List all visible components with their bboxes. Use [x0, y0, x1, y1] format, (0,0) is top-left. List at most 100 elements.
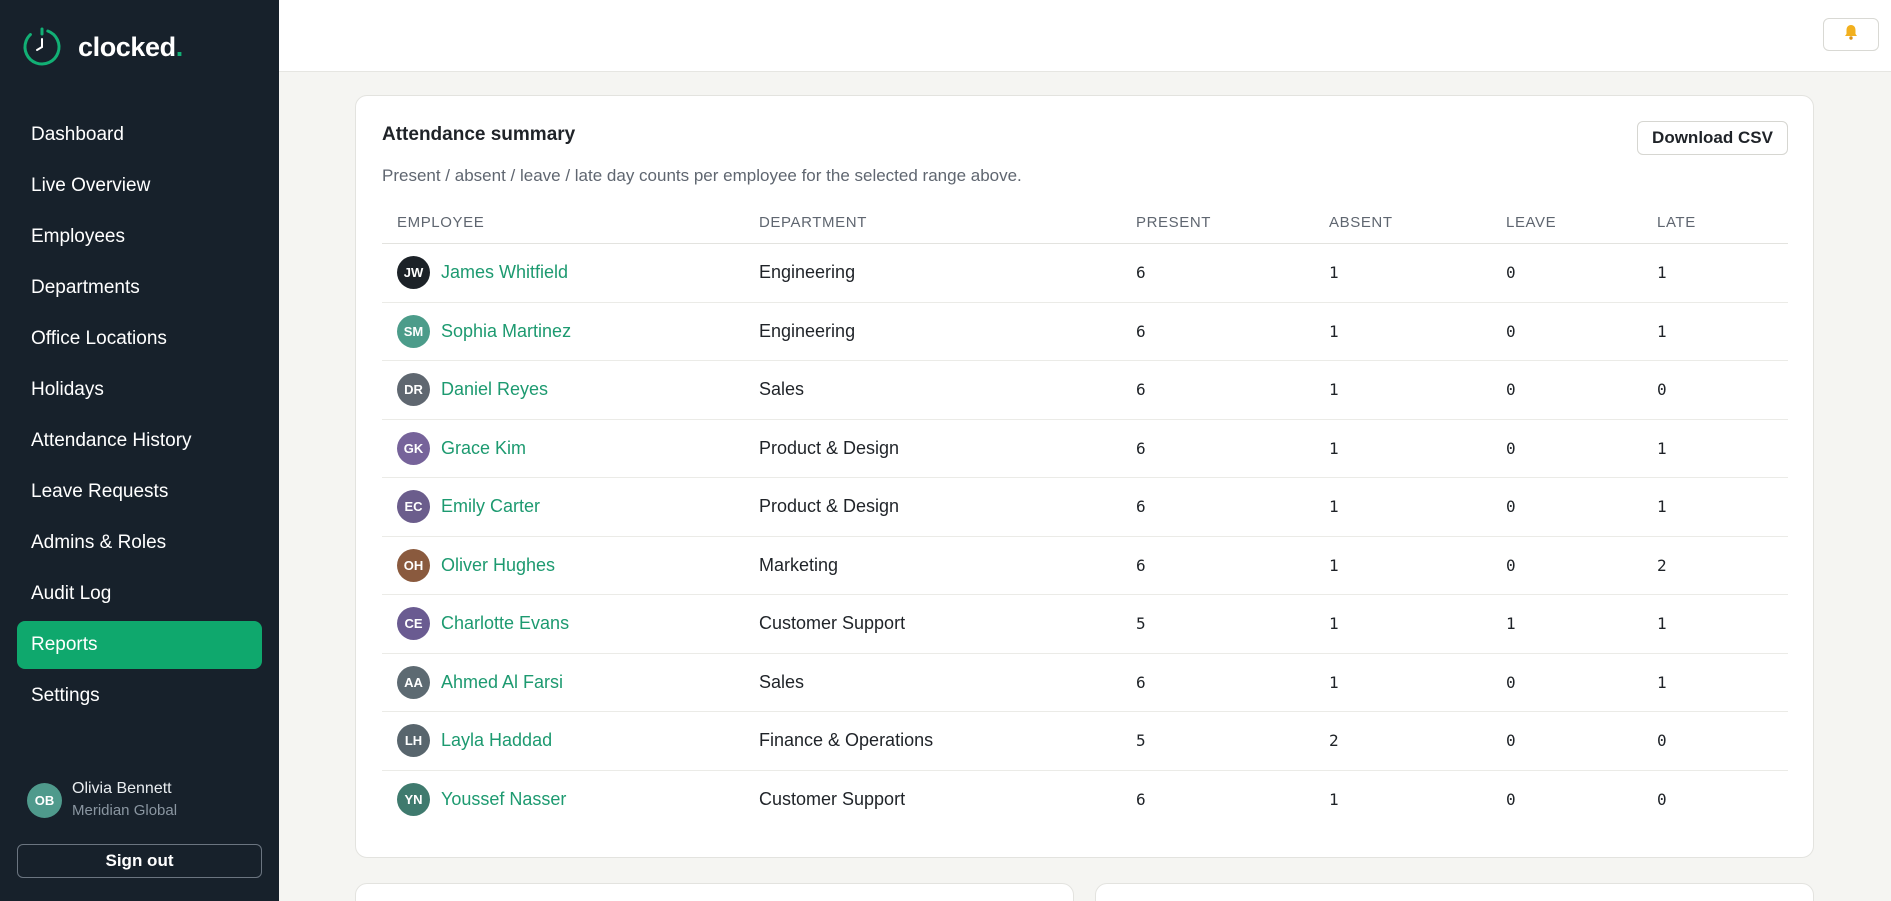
employee-cell: GK Grace Kim: [382, 431, 759, 465]
table-row: AA Ahmed Al Farsi Sales 6 1 0 1: [382, 654, 1788, 712]
table-body: JW James Whitfield Engineering 6 1 0 1 SM Sophia…: [382, 244, 1788, 829]
employee-cell: DR Daniel Reyes: [382, 373, 759, 407]
sidebar-item-dashboard[interactable]: Dashboard: [17, 111, 262, 159]
leave-cell: 1: [1506, 614, 1516, 634]
absent-cell: 1: [1329, 497, 1339, 517]
employee-cell: SM Sophia Martinez: [382, 314, 759, 348]
present-cell: 6: [1136, 380, 1146, 400]
employee-name-link[interactable]: Layla Haddad: [441, 730, 552, 751]
table-row: SM Sophia Martinez Engineering 6 1 0 1: [382, 303, 1788, 361]
card-title: Attendance summary: [382, 124, 576, 145]
bell-icon: [1842, 23, 1860, 46]
employee-cell: LH Layla Haddad: [382, 724, 759, 758]
card-description: Present / absent / leave / late day coun…: [382, 166, 1022, 185]
late-cell: 1: [1657, 497, 1667, 517]
table-row: OH Oliver Hughes Marketing 6 1 0 2: [382, 537, 1788, 595]
column-header-late: LATE: [1657, 213, 1696, 231]
employee-cell: CE Charlotte Evans: [382, 607, 759, 641]
leave-cell: 0: [1506, 731, 1516, 751]
leave-cell: 0: [1506, 790, 1516, 810]
department-cell: Marketing: [759, 554, 839, 575]
table-row: JW James Whitfield Engineering 6 1 0 1: [382, 244, 1788, 303]
column-header-leave: LEAVE: [1506, 213, 1557, 231]
absent-cell: 1: [1329, 263, 1339, 283]
sidebar-item-departments[interactable]: Departments: [17, 264, 262, 312]
late-cell: 0: [1657, 731, 1667, 751]
sidebar: clocked. Dashboard Live Overview Employe…: [0, 0, 279, 901]
absent-cell: 1: [1329, 438, 1339, 458]
sidebar-item-live-overview[interactable]: Live Overview: [17, 162, 262, 210]
avatar: YN: [397, 783, 430, 817]
brand-name: clocked.: [78, 31, 183, 62]
department-cell: Engineering: [759, 320, 856, 341]
leave-cell: 0: [1506, 263, 1516, 283]
avatar: OH: [397, 548, 430, 582]
avatar: AA: [397, 665, 430, 699]
column-header-present: PRESENT: [1136, 213, 1212, 231]
table-row: EC Emily Carter Product & Design 6 1 0 1: [382, 478, 1788, 537]
sidebar-item-settings[interactable]: Settings: [17, 672, 262, 720]
user-profile: OB Olivia Bennett Meridian Global: [27, 778, 177, 822]
sidebar-item-leave-requests[interactable]: Leave Requests: [17, 468, 262, 516]
employee-name-link[interactable]: Grace Kim: [441, 438, 526, 459]
absent-cell: 1: [1329, 380, 1339, 400]
department-cell: Finance & Operations: [759, 730, 934, 751]
employee-name-link[interactable]: Youssef Nasser: [441, 789, 566, 810]
late-cell: 0: [1657, 790, 1667, 810]
absent-cell: 1: [1329, 790, 1339, 810]
employee-name-link[interactable]: Daniel Reyes: [441, 379, 548, 400]
employee-cell: OH Oliver Hughes: [382, 548, 759, 582]
avatar: DR: [397, 373, 430, 407]
department-cell: Customer Support: [759, 789, 906, 810]
employee-name-link[interactable]: Sophia Martinez: [441, 321, 571, 342]
present-cell: 6: [1136, 555, 1146, 575]
notifications-button[interactable]: [1823, 18, 1879, 51]
attendance-table: EMPLOYEE DEPARTMENT PRESENT ABSENT LEAVE…: [382, 201, 1788, 829]
employee-name-link[interactable]: Charlotte Evans: [441, 613, 569, 634]
present-cell: 6: [1136, 263, 1146, 283]
user-name: Olivia Bennett: [72, 780, 172, 797]
employee-cell: EC Emily Carter: [382, 490, 759, 524]
sign-out-button[interactable]: Sign out: [17, 844, 262, 878]
late-cell: 1: [1657, 263, 1667, 283]
sidebar-item-audit-log[interactable]: Audit Log: [17, 570, 262, 618]
lower-card-left: [355, 883, 1074, 901]
employee-name-link[interactable]: Ahmed Al Farsi: [441, 672, 563, 693]
absent-cell: 1: [1329, 672, 1339, 692]
department-cell: Sales: [759, 379, 805, 400]
leave-cell: 0: [1506, 321, 1516, 341]
leave-cell: 0: [1506, 380, 1516, 400]
department-cell: Sales: [759, 671, 805, 692]
avatar: JW: [397, 256, 430, 290]
sidebar-item-office-locations[interactable]: Office Locations: [17, 315, 262, 363]
brand-logo[interactable]: clocked.: [21, 26, 183, 68]
late-cell: 1: [1657, 614, 1667, 634]
sidebar-nav: Dashboard Live Overview Employees Depart…: [17, 111, 262, 723]
sidebar-item-holidays[interactable]: Holidays: [17, 366, 262, 414]
download-csv-button[interactable]: Download CSV: [1637, 121, 1788, 155]
present-cell: 5: [1136, 731, 1146, 751]
leave-cell: 0: [1506, 555, 1516, 575]
sidebar-item-admins-roles[interactable]: Admins & Roles: [17, 519, 262, 567]
employee-name-link[interactable]: Oliver Hughes: [441, 555, 555, 576]
column-header-employee: EMPLOYEE: [397, 213, 485, 231]
employee-name-link[interactable]: Emily Carter: [441, 496, 540, 517]
present-cell: 6: [1136, 321, 1146, 341]
present-cell: 6: [1136, 438, 1146, 458]
sidebar-item-attendance-history[interactable]: Attendance History: [17, 417, 262, 465]
table-header: EMPLOYEE DEPARTMENT PRESENT ABSENT LEAVE…: [382, 201, 1788, 244]
attendance-summary-card: Attendance summary Present / absent / le…: [355, 95, 1814, 858]
user-organization: Meridian Global: [72, 802, 178, 819]
department-cell: Engineering: [759, 262, 856, 283]
table-row: DR Daniel Reyes Sales 6 1 0 0: [382, 361, 1788, 420]
employee-name-link[interactable]: James Whitfield: [441, 262, 568, 283]
department-cell: Product & Design: [759, 437, 900, 458]
table-row: GK Grace Kim Product & Design 6 1 0 1: [382, 420, 1788, 478]
absent-cell: 1: [1329, 614, 1339, 634]
column-header-absent: ABSENT: [1329, 213, 1393, 231]
sidebar-item-reports[interactable]: Reports: [17, 621, 262, 669]
sidebar-item-employees[interactable]: Employees: [17, 213, 262, 261]
avatar: LH: [397, 724, 430, 758]
late-cell: 1: [1657, 438, 1667, 458]
present-cell: 6: [1136, 497, 1146, 517]
